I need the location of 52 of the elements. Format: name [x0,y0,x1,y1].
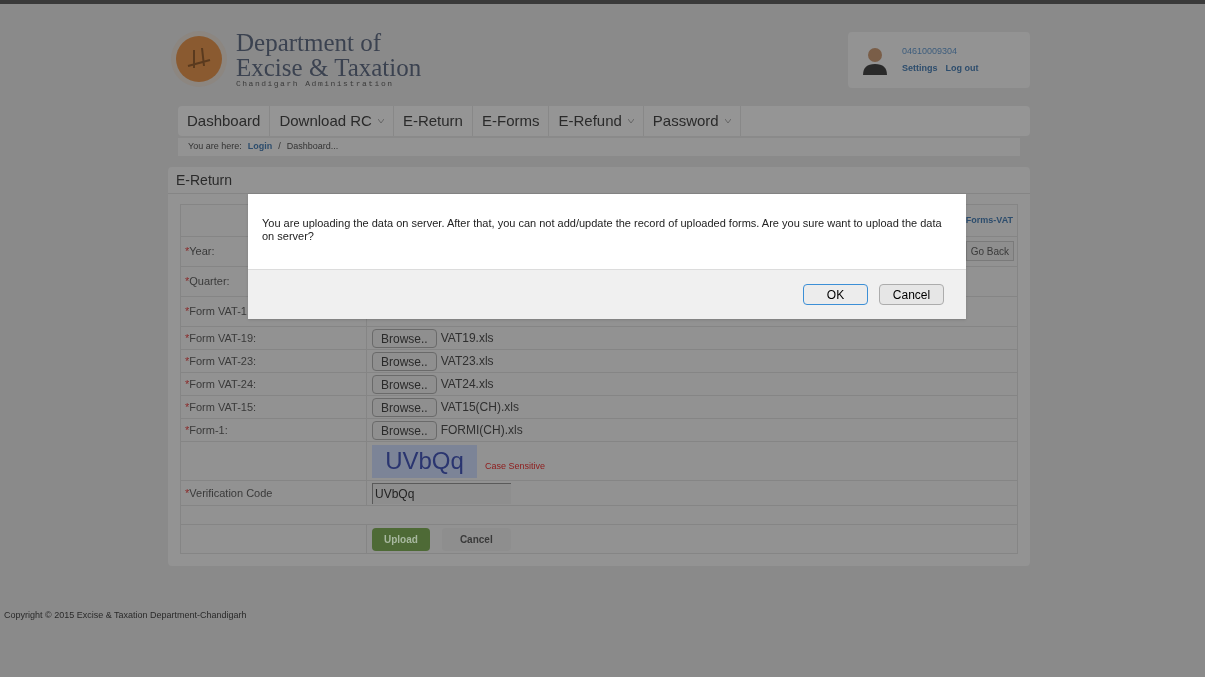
file-name: VAT23.xls [440,353,494,370]
verification-code-field[interactable]: UVbQq [372,482,511,504]
nav-item[interactable]: E-Forms [472,106,550,136]
copyright-text: Copyright © 2015 Excise & Taxation Department-Chandigarh [4,609,247,622]
nav-item[interactable]: Password [643,106,741,136]
field-label: *Form VAT-23: [185,353,257,369]
browse-button[interactable]: Browse.. [372,328,437,348]
field-label: *Form VAT-15: [185,399,257,415]
nav-item[interactable]: E-Return [393,106,473,136]
field-label: *Form VAT-24: [185,376,257,392]
site-title: Department of [236,30,383,55]
panel-title: E-Return [176,170,233,190]
upload-button[interactable]: Upload [372,527,430,551]
dialog-button[interactable]: Cancel [879,284,944,305]
browse-button[interactable]: Browse.. [372,374,437,394]
nav-item[interactable]: E-Refund [549,106,644,136]
emblem-logo-icon [170,30,228,88]
nav-item[interactable]: Dashboard [178,106,271,136]
breadcrumb-link[interactable]: Login [247,140,273,154]
field-label: *Form VAT-1 [185,304,247,320]
field-label: *Quarter: [185,274,230,290]
file-name: VAT15(CH).xls [440,399,519,416]
user-link[interactable]: Settings [902,62,938,76]
site-title: Excise & Taxation [236,55,422,80]
file-name: FORMI(CH).xls [440,422,523,439]
file-name: VAT19.xls [440,330,494,347]
browse-button[interactable]: Browse.. [372,420,437,440]
forms-link[interactable]: Forms-VAT [965,213,1013,228]
field-label: *Year: [185,244,215,260]
user-link[interactable]: Log out [945,62,979,76]
cancel-button[interactable]: Cancel [441,527,511,551]
dialog-button[interactable]: OK [803,284,868,305]
nav-item[interactable]: Download RC [270,106,394,136]
user-id: 04610009304 [902,44,959,58]
browse-button[interactable]: Browse.. [372,397,437,417]
field-label: *Verification Code [185,485,273,501]
caret-icon [377,119,384,123]
dialog-message: You are uploading the data on server. After that, you can not add/update the record of uploaded forms. Are you sure want to upload the data on server? [262,217,943,243]
breadcrumb-prefix: You are here: [188,140,242,154]
site-subtitle: Chandigarh Administration [236,80,395,88]
caret-icon [724,119,731,123]
go-back-button[interactable]: Go Back [965,241,1014,261]
case-sensitive-note: Case Sensitive [485,460,546,474]
breadcrumb-link[interactable]: Dashboard... [286,140,339,154]
browse-button[interactable]: Browse.. [372,351,437,371]
user-avatar-icon [860,45,890,75]
field-label: *Form-1: [185,422,228,438]
file-name: VAT24.xls [440,376,494,393]
captcha-image: UVbQq [372,444,477,478]
caret-icon [627,119,634,123]
field-label: *Form VAT-19: [185,330,257,346]
breadcrumb-separator: / [278,140,281,154]
